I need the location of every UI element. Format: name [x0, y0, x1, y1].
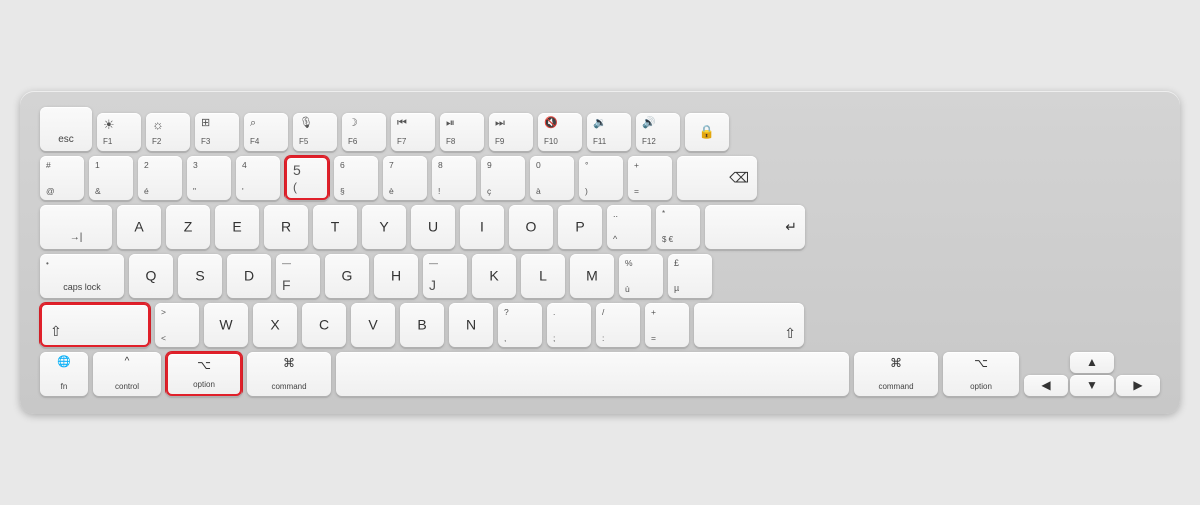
key-excl-section[interactable]: + = — [645, 303, 689, 347]
key-degree[interactable]: ° ) — [579, 156, 623, 200]
key-y[interactable]: Y — [362, 205, 406, 249]
key-comma-question[interactable]: ? , — [498, 303, 542, 347]
key-f4[interactable]: ⌕ F4 — [244, 113, 288, 151]
keyboard: esc ☀ F1 ☼ F2 ⊞ F3 ⌕ F4 🎙 F5 ☽ F6 ⏮ F7 — [20, 91, 1180, 414]
key-f9[interactable]: ⏭ F9 — [489, 113, 533, 151]
key-f2[interactable]: ☼ F2 — [146, 113, 190, 151]
key-o[interactable]: O — [509, 205, 553, 249]
key-f[interactable]: — F — [276, 254, 320, 298]
row-modifiers: fn 🌐 ^ control ⌥ option ⌘ command ⌘ comm… — [40, 352, 1160, 396]
key-command-left[interactable]: ⌘ command — [247, 352, 331, 396]
key-h[interactable]: H — [374, 254, 418, 298]
key-f3[interactable]: ⊞ F3 — [195, 113, 239, 151]
key-f1[interactable]: ☀ F1 — [97, 113, 141, 151]
key-option-left[interactable]: ⌥ option — [166, 352, 242, 396]
row-numbers: # @ 1 & 2 é 3 " 4 ' 5 ( 6 § 7 è — [40, 156, 1160, 200]
key-v[interactable]: V — [351, 303, 395, 347]
key-m[interactable]: M — [570, 254, 614, 298]
key-percent[interactable]: % ù — [619, 254, 663, 298]
key-q[interactable]: Q — [129, 254, 173, 298]
key-pound[interactable]: £ µ — [668, 254, 712, 298]
key-tab[interactable]: →| — [40, 205, 112, 249]
key-arrow-right[interactable]: ▶ — [1116, 375, 1160, 396]
key-plus-equal[interactable]: + = — [628, 156, 672, 200]
key-option-right[interactable]: ⌥ option — [943, 352, 1019, 396]
key-e[interactable]: E — [215, 205, 259, 249]
key-colon-slash[interactable]: / : — [596, 303, 640, 347]
row-wxcv: ⇧ > < W X C V B N ? , . ; — [40, 303, 1160, 347]
key-n[interactable]: N — [449, 303, 493, 347]
key-g[interactable]: G — [325, 254, 369, 298]
key-lock[interactable]: 🔒 — [685, 113, 729, 151]
key-capslock[interactable]: • caps lock — [40, 254, 124, 298]
key-x[interactable]: X — [253, 303, 297, 347]
key-f5[interactable]: 🎙 F5 — [293, 113, 337, 151]
key-4-apostrophe[interactable]: 4 ' — [236, 156, 280, 200]
key-w[interactable]: W — [204, 303, 248, 347]
key-arrow-up[interactable]: ▲ — [1070, 352, 1114, 373]
key-fn[interactable]: fn 🌐 — [40, 352, 88, 396]
key-a[interactable]: A — [117, 205, 161, 249]
key-f8[interactable]: ⏯ F8 — [440, 113, 484, 151]
row-qsdf: • caps lock Q S D — F G H — J K L — [40, 254, 1160, 298]
key-t[interactable]: T — [313, 205, 357, 249]
key-backspace[interactable]: ⌫ — [677, 156, 757, 200]
row-azerty: →| A Z E R T Y U I O P . — [40, 205, 1160, 249]
key-z[interactable]: Z — [166, 205, 210, 249]
key-r[interactable]: R — [264, 205, 308, 249]
key-space[interactable] — [336, 352, 849, 396]
key-semicolon-period[interactable]: . ; — [547, 303, 591, 347]
key-d[interactable]: D — [227, 254, 271, 298]
key-j[interactable]: — J — [423, 254, 467, 298]
key-l[interactable]: L — [521, 254, 565, 298]
key-0-a-grave[interactable]: 0 à — [530, 156, 574, 200]
key-f7[interactable]: ⏮ F7 — [391, 113, 435, 151]
key-f12[interactable]: 🔊 F12 — [636, 113, 680, 151]
row-fn: esc ☀ F1 ☼ F2 ⊞ F3 ⌕ F4 🎙 F5 ☽ F6 ⏮ F7 — [40, 107, 1160, 151]
key-c[interactable]: C — [302, 303, 346, 347]
key-at-hash[interactable]: # @ — [40, 156, 84, 200]
key-5-paren[interactable]: 5 ( — [285, 156, 329, 200]
key-f11[interactable]: 🔉 F11 — [587, 113, 631, 151]
key-shift-left[interactable]: ⇧ — [40, 303, 150, 347]
key-k[interactable]: K — [472, 254, 516, 298]
key-f6[interactable]: ☽ F6 — [342, 113, 386, 151]
key-shift-right[interactable]: ⇧ — [694, 303, 804, 347]
key-f10[interactable]: 🔇 F10 — [538, 113, 582, 151]
key-i[interactable]: I — [460, 205, 504, 249]
key-b[interactable]: B — [400, 303, 444, 347]
key-2-e[interactable]: 2 é — [138, 156, 182, 200]
key-u[interactable]: U — [411, 205, 455, 249]
key-command-right[interactable]: ⌘ command — [854, 352, 938, 396]
key-control[interactable]: ^ control — [93, 352, 161, 396]
key-8-excl[interactable]: 8 ! — [432, 156, 476, 200]
key-9-c-cedil[interactable]: 9 ç — [481, 156, 525, 200]
key-arrow-down[interactable]: ▼ — [1070, 375, 1114, 396]
key-angle[interactable]: > < — [155, 303, 199, 347]
key-p[interactable]: P — [558, 205, 602, 249]
key-s[interactable]: S — [178, 254, 222, 298]
key-enter[interactable]: ↵ — [705, 205, 805, 249]
key-7-e-grave[interactable]: 7 è — [383, 156, 427, 200]
key-esc[interactable]: esc — [40, 107, 92, 151]
key-circumflex[interactable]: .. ^ — [607, 205, 651, 249]
key-arrow-left[interactable]: ◀ — [1024, 375, 1068, 396]
key-dollar[interactable]: * $ € — [656, 205, 700, 249]
key-1-amp[interactable]: 1 & — [89, 156, 133, 200]
key-6-section[interactable]: 6 § — [334, 156, 378, 200]
key-3-quote[interactable]: 3 " — [187, 156, 231, 200]
